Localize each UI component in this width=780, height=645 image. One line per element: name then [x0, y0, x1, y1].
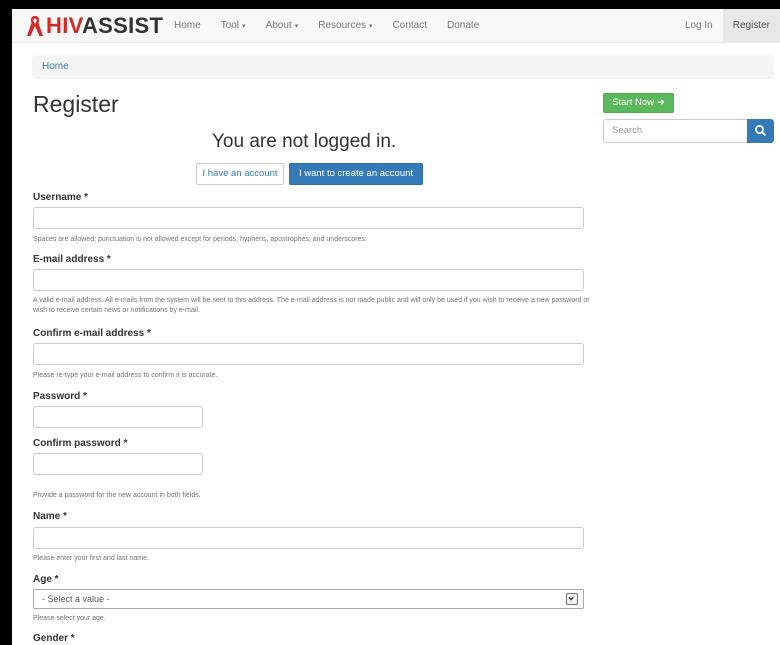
chevron-down-icon — [566, 593, 578, 605]
age-select[interactable]: - Select a value - — [33, 589, 584, 609]
nav-home[interactable]: Home — [164, 9, 211, 43]
nav-register[interactable]: Register — [722, 9, 780, 43]
not-logged-in-message: You are not logged in. — [212, 131, 397, 152]
awareness-ribbon-icon — [27, 16, 43, 36]
brand-name-part1: HIV — [46, 13, 82, 38]
site-logo[interactable]: HIVASSIST — [26, 13, 163, 39]
name-field[interactable] — [33, 527, 584, 549]
sidebar-search: Search — [603, 119, 774, 143]
user-nav: Log In Register — [675, 9, 780, 43]
nav-resources-dropdown[interactable]: Resources ▾ — [308, 9, 382, 43]
age-label: Age * — [33, 574, 59, 585]
chevron-down-icon: ▾ — [369, 23, 373, 30]
page-frame: HIVASSIST Home Tool ▾ About ▾ Resources ▾ C… — [12, 9, 780, 645]
nav-about-dropdown[interactable]: About ▾ — [256, 9, 309, 43]
breadcrumb: Home — [32, 55, 774, 79]
chevron-down-icon: ▾ — [242, 23, 246, 30]
confirm-password-field[interactable] — [33, 453, 203, 475]
start-now-button[interactable]: Start Now ➜ — [603, 93, 674, 113]
nav-contact[interactable]: Contact — [383, 9, 437, 43]
username-field[interactable] — [33, 207, 584, 229]
confirm-email-field[interactable] — [33, 343, 584, 365]
nav-donate[interactable]: Donate — [437, 9, 489, 43]
breadcrumb-home-link[interactable]: Home — [42, 61, 69, 72]
confirm-email-help: Please re-type your e-mail address to co… — [33, 372, 218, 379]
name-label: Name * — [33, 511, 67, 522]
confirm-password-help: Provide a password for the new account i… — [33, 492, 201, 499]
nav-tool-dropdown[interactable]: Tool ▾ — [211, 9, 256, 43]
search-input[interactable]: Search — [603, 119, 748, 143]
search-button[interactable] — [747, 119, 774, 143]
brand-name-part2: ASSIST — [81, 13, 164, 38]
username-help: Spaces are allowed; punctuation is not a… — [33, 236, 367, 243]
nav-login[interactable]: Log In — [675, 9, 723, 43]
email-field[interactable] — [33, 269, 584, 291]
confirm-password-label: Confirm password * — [33, 438, 128, 449]
gender-label: Gender * — [33, 633, 75, 644]
top-navbar: HIVASSIST Home Tool ▾ About ▾ Resources ▾ C… — [12, 9, 780, 43]
email-label: E-mail address * — [33, 254, 111, 265]
username-label: Username * — [33, 192, 89, 203]
age-select-value: - Select a value - — [42, 594, 110, 604]
main-nav: Home Tool ▾ About ▾ Resources ▾ Contact Don… — [164, 9, 489, 43]
brand-name: HIVASSIST — [46, 13, 163, 39]
arrow-right-icon: ➜ — [656, 97, 665, 108]
start-now-label: Start Now — [612, 97, 655, 108]
email-help: A valid e-mail address. All e-mails from… — [33, 297, 590, 314]
page-title: Register — [33, 91, 119, 117]
age-help: Please select your age. — [33, 615, 106, 622]
confirm-email-label: Confirm e-mail address * — [33, 328, 151, 339]
search-icon — [755, 125, 766, 136]
name-help: Please enter your first and last name. — [33, 555, 149, 562]
have-account-button[interactable]: I have an account — [196, 163, 284, 185]
chevron-down-icon: ▾ — [294, 23, 299, 30]
password-field[interactable] — [33, 406, 203, 428]
password-label: Password * — [33, 391, 87, 402]
create-account-button[interactable]: I want to create an account — [289, 163, 423, 185]
